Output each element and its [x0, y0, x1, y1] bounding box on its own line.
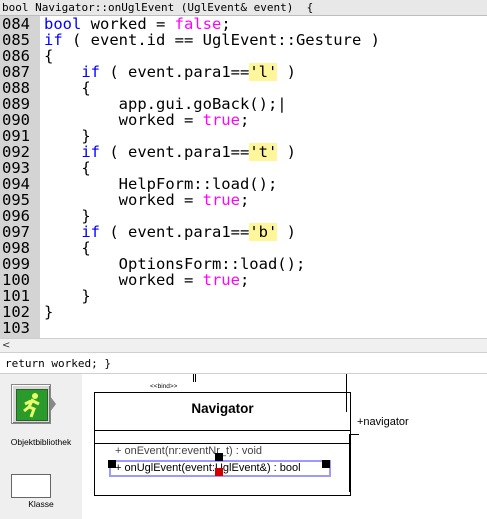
- operation-onevent[interactable]: + onEvent(nr:eventNr_t) : void: [115, 445, 262, 457]
- selection-handle-right[interactable]: [322, 460, 330, 468]
- line-number: 095: [2, 191, 30, 209]
- code-text[interactable]: worked = true;: [44, 112, 250, 128]
- code-text[interactable]: }: [44, 208, 90, 224]
- code-line[interactable]: 100 worked = true;: [0, 272, 487, 288]
- code-text[interactable]: }: [44, 304, 53, 320]
- code-text[interactable]: if ( event.para1=='t' ): [44, 143, 296, 161]
- class-name: Navigator: [95, 393, 350, 431]
- line-number: 099: [2, 255, 30, 273]
- line-number: 091: [2, 127, 30, 145]
- horizontal-scrollbar[interactable]: <: [0, 338, 487, 353]
- code-line[interactable]: 092 if ( event.para1=='t' ): [0, 143, 487, 161]
- line-number: 097: [2, 223, 30, 241]
- code-line[interactable]: 089 app.gui.goBack();|: [0, 96, 487, 112]
- association-line-stub: [349, 434, 359, 435]
- line-number: 092: [2, 143, 30, 161]
- line-number: 102: [2, 303, 30, 321]
- code-text[interactable]: {: [44, 48, 53, 64]
- code-text[interactable]: if ( event.para1=='l' ): [44, 63, 296, 81]
- code-text[interactable]: {: [44, 160, 90, 176]
- code-text[interactable]: }: [44, 128, 90, 144]
- code-text[interactable]: {: [44, 240, 90, 256]
- bind-connector-line: [193, 374, 194, 382]
- running-figure-icon: [16, 389, 48, 421]
- line-number: 086: [2, 47, 30, 65]
- code-text[interactable]: OptionsForm::load();: [44, 256, 306, 272]
- line-number: 089: [2, 95, 30, 113]
- code-line[interactable]: 091 }: [0, 128, 487, 144]
- attributes-compartment: [95, 431, 350, 444]
- klasse-label: Klasse: [28, 499, 54, 509]
- code-text[interactable]: }: [44, 288, 90, 304]
- line-number: 090: [2, 111, 30, 129]
- return-statement-bar: return worked; }: [0, 352, 487, 374]
- association-line-vertical: [346, 374, 347, 412]
- code-line[interactable]: 101 }: [0, 288, 487, 304]
- line-number: 096: [2, 207, 30, 225]
- toolbox-panel: Objektbibliothek Klasse: [0, 374, 82, 519]
- code-text[interactable]: app.gui.goBack();|: [44, 96, 287, 112]
- code-line[interactable]: 090 worked = true;: [0, 112, 487, 128]
- code-text[interactable]: worked = true;: [44, 272, 250, 288]
- code-line[interactable]: 093 {: [0, 160, 487, 176]
- bind-stereotype-label: <<bind>>: [150, 383, 178, 390]
- code-line[interactable]: 094 HelpForm::load();: [0, 176, 487, 192]
- selection-handle-top[interactable]: [215, 453, 223, 461]
- association-line-lower: [349, 434, 350, 492]
- code-line[interactable]: 099 OptionsForm::load();: [0, 256, 487, 272]
- objektbibliothek-label: Objektbibliothek: [10, 437, 72, 447]
- line-number: 085: [2, 31, 30, 49]
- code-editor[interactable]: 084 bool worked = false; 085 if ( event.id …: [0, 16, 487, 338]
- code-line[interactable]: 097 if ( event.para1=='b' ): [0, 223, 487, 241]
- code-text[interactable]: if ( event.para1=='b' ): [44, 223, 296, 241]
- uml-diagram-canvas[interactable]: <<bind>> Navigator + onEvent(nr:eventNr_…: [82, 374, 487, 519]
- code-line[interactable]: 086 {: [0, 48, 487, 64]
- code-text[interactable]: worked = true;: [44, 192, 250, 208]
- line-number: 088: [2, 79, 30, 97]
- line-number: 101: [2, 287, 30, 305]
- code-text[interactable]: {: [44, 80, 90, 96]
- line-number: 098: [2, 239, 30, 257]
- function-signature-bar: bool Navigator::onUglEvent (UglEvent& ev…: [0, 0, 487, 16]
- association-role-label: +navigator: [357, 416, 409, 428]
- code-text[interactable]: bool worked = false;: [44, 16, 231, 32]
- code-line[interactable]: 084 bool worked = false;: [0, 16, 487, 32]
- code-line[interactable]: 096 }: [0, 208, 487, 224]
- klasse-tool-button[interactable]: [11, 474, 51, 498]
- code-line[interactable]: 098 {: [0, 240, 487, 256]
- code-text[interactable]: if ( event.id == UglEvent::Gesture ): [44, 32, 380, 48]
- code-text[interactable]: HelpForm::load();: [44, 176, 278, 192]
- selection-handle-left[interactable]: [108, 460, 116, 468]
- code-line[interactable]: 095 worked = true;: [0, 192, 487, 208]
- line-number: 103: [2, 319, 30, 337]
- line-number: 094: [2, 175, 30, 193]
- objektbibliothek-button[interactable]: [11, 384, 56, 424]
- code-line[interactable]: 085 if ( event.id == UglEvent::Gesture ): [0, 32, 487, 48]
- line-number: 100: [2, 271, 30, 289]
- bind-connector-line-2: [195, 374, 196, 382]
- code-line[interactable]: 103: [0, 320, 487, 336]
- navigator-class-box[interactable]: Navigator + onEvent(nr:eventNr_t) : void…: [94, 392, 351, 496]
- code-line[interactable]: 087 if ( event.para1=='l' ): [0, 63, 487, 81]
- line-number: 087: [2, 63, 30, 81]
- selection-handle-bottom[interactable]: [215, 468, 223, 476]
- scroll-left-arrow-icon[interactable]: <: [2, 339, 10, 353]
- code-line[interactable]: 088 {: [0, 80, 487, 96]
- line-number: 093: [2, 159, 30, 177]
- code-line[interactable]: 102}: [0, 304, 487, 320]
- line-number: 084: [2, 16, 30, 33]
